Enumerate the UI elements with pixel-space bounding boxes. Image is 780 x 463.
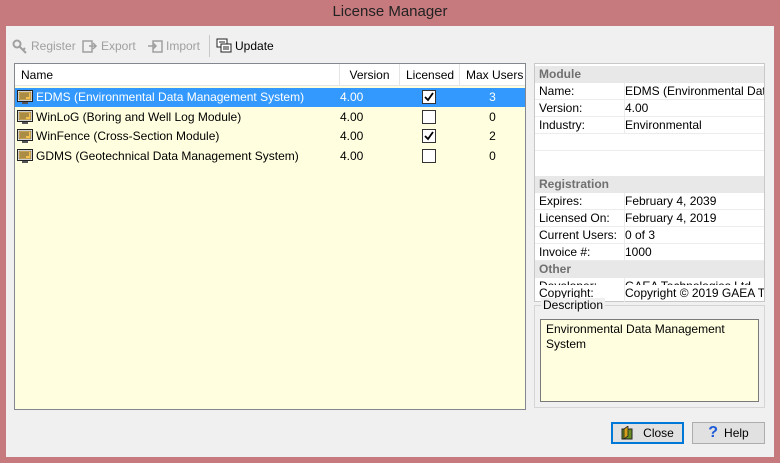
checkmark-icon xyxy=(424,92,434,102)
property-value: February 4, 2019 xyxy=(624,210,764,227)
list-item[interactable]: GDMS (Geotechnical Data Management Syste… xyxy=(15,147,525,166)
column-header-max-users[interactable]: Max Users xyxy=(460,64,525,86)
license-manager-window: License Manager Register Export Import U… xyxy=(0,0,780,463)
module-max-users: 2 xyxy=(489,129,496,143)
close-button[interactable]: Close xyxy=(611,422,684,444)
property-name: Licensed On: xyxy=(539,211,610,225)
module-version: 4.00 xyxy=(340,148,364,163)
module-name: WinLoG (Boring and Well Log Module) xyxy=(36,109,242,124)
module-list[interactable]: Name Version Licensed Max Users EDMS (En… xyxy=(14,63,526,410)
key-icon xyxy=(12,39,27,54)
list-item[interactable]: WinFence (Cross-Section Module) 4.00 2 xyxy=(15,127,525,146)
export-label: Export xyxy=(101,39,136,53)
licensed-checkbox[interactable] xyxy=(422,109,436,124)
module-version: 4.00 xyxy=(340,109,364,124)
list-item[interactable]: WinLoG (Boring and Well Log Module) 4.00 0 xyxy=(15,108,525,127)
module-name: WinFence (Cross-Section Module) xyxy=(36,129,220,143)
description-group: Description Environmental Data Managemen… xyxy=(534,298,765,408)
help-button[interactable]: ? Help xyxy=(692,422,765,444)
update-icon xyxy=(216,38,232,53)
column-header-version[interactable]: Version xyxy=(340,64,400,86)
property-row[interactable]: Expires: February 4, 2039 xyxy=(535,193,764,210)
property-row[interactable]: Industry: Environmental xyxy=(535,117,764,134)
import-icon xyxy=(148,40,163,53)
module-max-users: 0 xyxy=(489,148,496,163)
property-row[interactable]: Invoice #: 1000 xyxy=(535,244,764,261)
property-row[interactable]: Current Users: 0 of 3 xyxy=(535,227,764,244)
update-label: Update xyxy=(235,39,274,53)
module-icon xyxy=(17,109,33,125)
property-value: EDMS (Environmental Data xyxy=(624,83,764,100)
property-row[interactable] xyxy=(535,134,764,151)
help-label: Help xyxy=(724,426,749,440)
module-name: GDMS (Geotechnical Data Management Syste… xyxy=(36,148,299,163)
module-version: 4.00 xyxy=(340,90,364,104)
property-value: February 4, 2039 xyxy=(624,193,764,210)
property-name: Name: xyxy=(539,84,575,98)
register-button[interactable]: Register xyxy=(12,35,76,57)
module-version: 4.00 xyxy=(340,129,364,143)
property-value: Environmental xyxy=(624,117,764,134)
module-icon xyxy=(17,90,33,105)
property-row[interactable]: Licensed On: February 4, 2019 xyxy=(535,210,764,227)
property-grid[interactable]: Module Name: EDMS (Environmental Data Ve… xyxy=(534,63,765,287)
module-max-users: 3 xyxy=(489,90,496,104)
module-name: EDMS (Environmental Data Management Syst… xyxy=(36,90,305,104)
door-icon xyxy=(621,426,633,440)
close-label: Close xyxy=(643,426,674,440)
property-value: 0 of 3 xyxy=(624,227,764,244)
column-header-licensed[interactable]: Licensed xyxy=(400,64,460,86)
checkmark-icon xyxy=(424,131,434,141)
module-max-users: 0 xyxy=(489,109,496,124)
import-label: Import xyxy=(166,39,201,53)
window-client-area: Register Export Import Update Name Versi… xyxy=(6,26,774,457)
list-item[interactable]: EDMS (Environmental Data Management Syst… xyxy=(15,88,525,107)
property-name: Invoice #: xyxy=(539,245,591,259)
property-value: 4.00 xyxy=(624,100,764,117)
module-icon xyxy=(17,148,33,164)
description-text: Environmental Data Management System xyxy=(540,319,759,402)
category-registration[interactable]: Registration xyxy=(535,176,764,193)
help-icon: ? xyxy=(708,424,719,441)
import-button[interactable]: Import xyxy=(147,35,200,57)
module-icon xyxy=(17,129,33,144)
property-name: Current Users: xyxy=(539,228,618,242)
category-module[interactable]: Module xyxy=(535,66,764,83)
toolbar: Register Export Import Update xyxy=(6,32,774,60)
property-value: 1000 xyxy=(624,244,764,261)
register-label: Register xyxy=(31,39,76,53)
category-other[interactable]: Other xyxy=(535,261,764,278)
description-legend: Description xyxy=(541,298,606,312)
export-button[interactable]: Export xyxy=(82,35,136,57)
window-title: License Manager xyxy=(332,3,448,20)
property-name: Expires: xyxy=(539,194,583,208)
property-name: Version: xyxy=(539,101,583,115)
property-name: Industry: xyxy=(539,118,586,132)
update-button[interactable]: Update xyxy=(216,35,274,57)
licensed-checkbox-checked[interactable] xyxy=(422,90,436,104)
export-icon xyxy=(82,40,98,53)
property-value: Copyright © 2019 GAEA Tec xyxy=(624,285,764,302)
column-header-name[interactable]: Name xyxy=(15,64,340,86)
toolbar-separator xyxy=(209,35,210,57)
licensed-checkbox-checked[interactable] xyxy=(422,129,436,143)
licensed-checkbox[interactable] xyxy=(422,148,436,163)
list-header: Name Version Licensed Max Users xyxy=(15,64,525,86)
property-row[interactable]: Name: EDMS (Environmental Data xyxy=(535,83,764,100)
property-row[interactable]: Version: 4.00 xyxy=(535,100,764,117)
